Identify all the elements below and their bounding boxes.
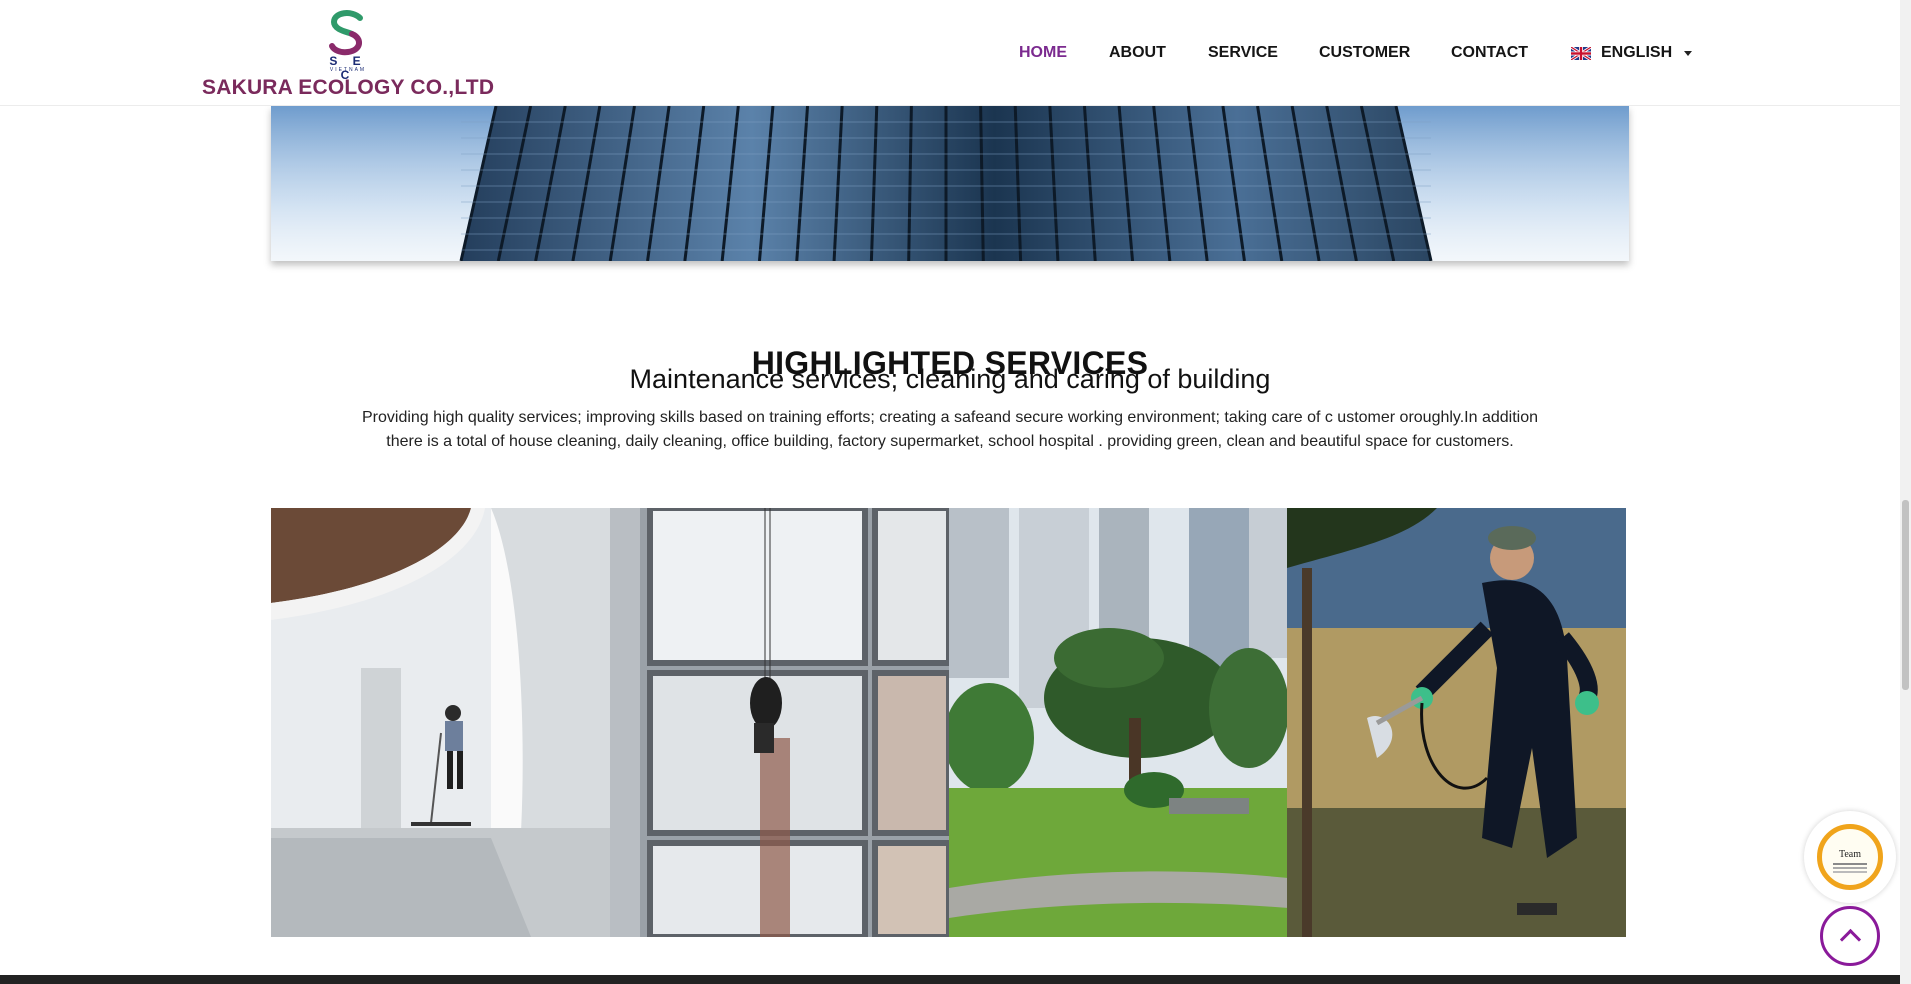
site-header: S E C VIETNAM SAKURA ECOLOGY CO.,LTD HOM… (0, 6, 1900, 106)
chevron-down-icon (1684, 50, 1693, 56)
nav-home[interactable]: HOME (1019, 44, 1067, 62)
language-dropdown[interactable]: ENGLISH (1571, 44, 1693, 62)
description-line-2: there is a total of house cleaning, dail… (386, 433, 1514, 450)
building-illustration (271, 106, 1629, 261)
window-cleaning-photo[interactable] (609, 508, 949, 937)
nav-customer[interactable]: CUSTOMER (1319, 44, 1410, 62)
badge-seal-icon: Team (1817, 824, 1883, 890)
hero-building-image (271, 106, 1629, 261)
services-gallery (271, 508, 1626, 937)
section-description: Providing high quality services; improvi… (350, 406, 1550, 454)
language-label: ENGLISH (1601, 44, 1673, 61)
uk-flag-icon (1571, 46, 1591, 60)
section-subtitle: Maintenance services; cleaning and carin… (629, 364, 1271, 394)
nav-service[interactable]: SERVICE (1208, 44, 1278, 62)
company-name[interactable]: SAKURA ECOLOGY CO.,LTD (202, 76, 494, 100)
nav-contact[interactable]: CONTACT (1451, 44, 1528, 62)
floor-cleaning-photo[interactable] (271, 508, 610, 937)
pest-control-photo[interactable] (1287, 508, 1626, 937)
certification-badge[interactable]: Team (1804, 811, 1896, 903)
badge-text: Team (1838, 849, 1862, 860)
description-line-1: Providing high quality services; improvi… (361, 409, 1539, 426)
page-bottom-edge (0, 975, 1900, 984)
page-scrollbar[interactable] (1900, 0, 1911, 984)
scroll-to-top-button[interactable] (1820, 906, 1880, 966)
scrollbar-thumb[interactable] (1902, 500, 1909, 690)
nav-about[interactable]: ABOUT (1109, 44, 1166, 62)
chevron-up-icon (1839, 928, 1861, 950)
main-nav: HOME ABOUT SERVICE CUSTOMER CONTACT ENGL… (0, 44, 1900, 74)
landscaping-photo[interactable] (948, 508, 1288, 937)
